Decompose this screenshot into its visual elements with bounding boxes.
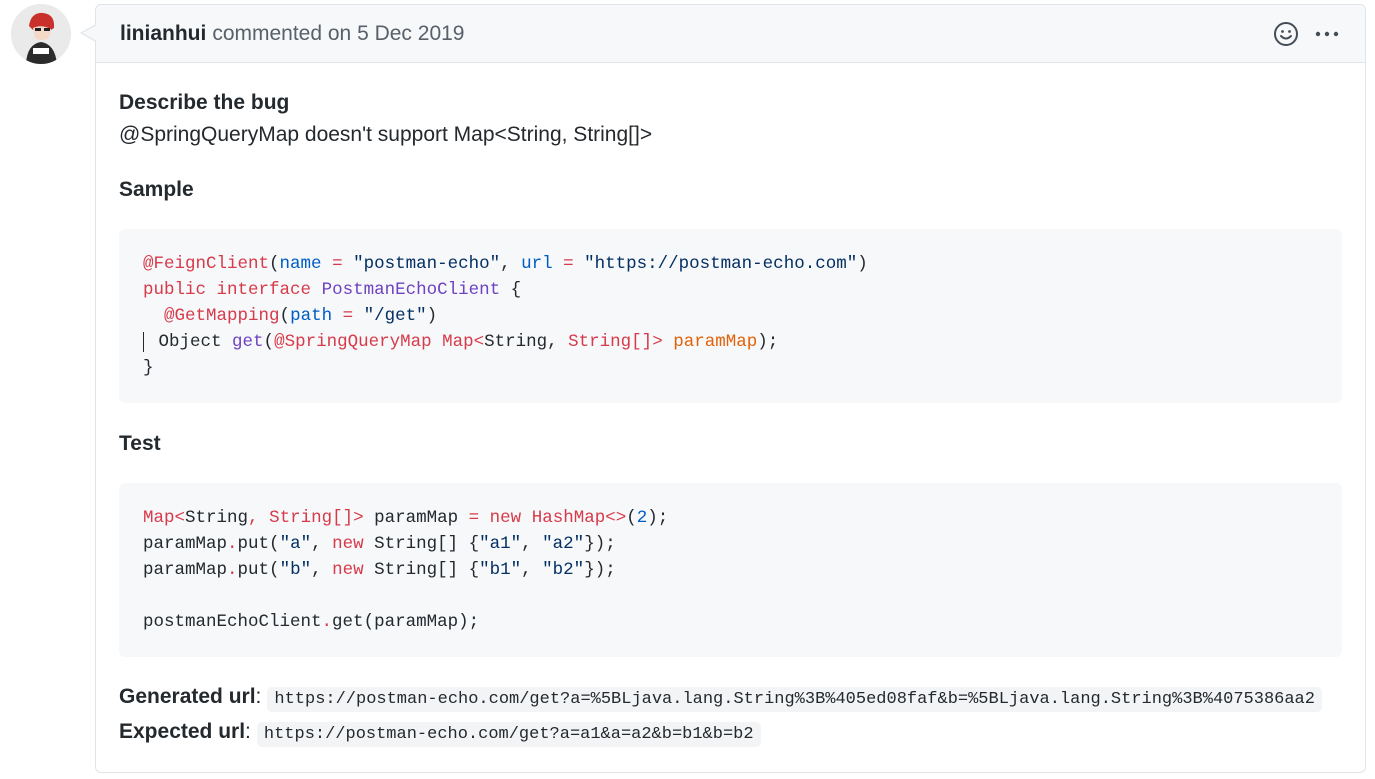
test-heading: Test [119,432,161,455]
comment-options-button[interactable] [1313,21,1341,47]
generated-url-label: Generated url [119,685,256,708]
comment-pointer-fill [82,25,97,41]
comment-actions [1273,21,1341,47]
comment-timestamp[interactable]: commented on 5 Dec 2019 [212,22,464,46]
generated-url-code: https://postman-echo.com/get?a=%5BLjava.… [267,687,1322,712]
code-line: } [143,358,154,378]
code-line: Map<String, String[]> paramMap = new Has… [143,508,669,528]
expected-url-code: https://postman-echo.com/get?a=a1&a=a2&b… [256,722,761,747]
code-line: paramMap.put("a", new String[] {"a1", "a… [143,534,616,554]
sample-code-block: @FeignClient(name = "postman-echo", url … [119,229,1342,403]
add-reaction-button[interactable] [1273,21,1299,47]
bug-description: @SpringQueryMap doesn't support Map<Stri… [119,123,653,146]
smiley-icon [1274,21,1298,46]
code-line: paramMap.put("b", new String[] {"b1", "b… [143,560,616,580]
code-line: @FeignClient(name = "postman-echo", url … [143,254,868,274]
expected-url-row: Expected url: https://postman-echo.com/ge… [119,716,1342,751]
sample-heading: Sample [119,178,194,201]
code-line: Object get(@SpringQueryMap Map<String, S… [143,332,778,352]
kebab-horizontal-icon [1315,31,1339,36]
avatar-image [11,4,71,64]
code-line: postmanEchoClient.get(paramMap); [143,612,480,632]
comment-body: Describe the bug @SpringQueryMap doesn't… [96,63,1365,751]
test-code-block: Map<String, String[]> paramMap = new Has… [119,483,1342,657]
avatar[interactable] [11,4,71,64]
comment-box: linianhui commented on 5 Dec 2019 Descri… [80,4,1366,773]
comment-author-link[interactable]: linianhui [120,22,206,46]
code-line: public interface PostmanEchoClient { [143,280,522,300]
code-line: @GetMapping(path = "/get") [164,306,438,326]
colon: : [255,685,262,708]
bug-heading: Describe the bug [119,91,290,114]
generated-url-row: Generated url: https://postman-echo.com/g… [119,681,1342,716]
colon: : [245,720,251,743]
comment-header: linianhui commented on 5 Dec 2019 [96,5,1365,63]
expected-url-label: Expected url [119,720,246,743]
text-cursor [143,332,148,352]
